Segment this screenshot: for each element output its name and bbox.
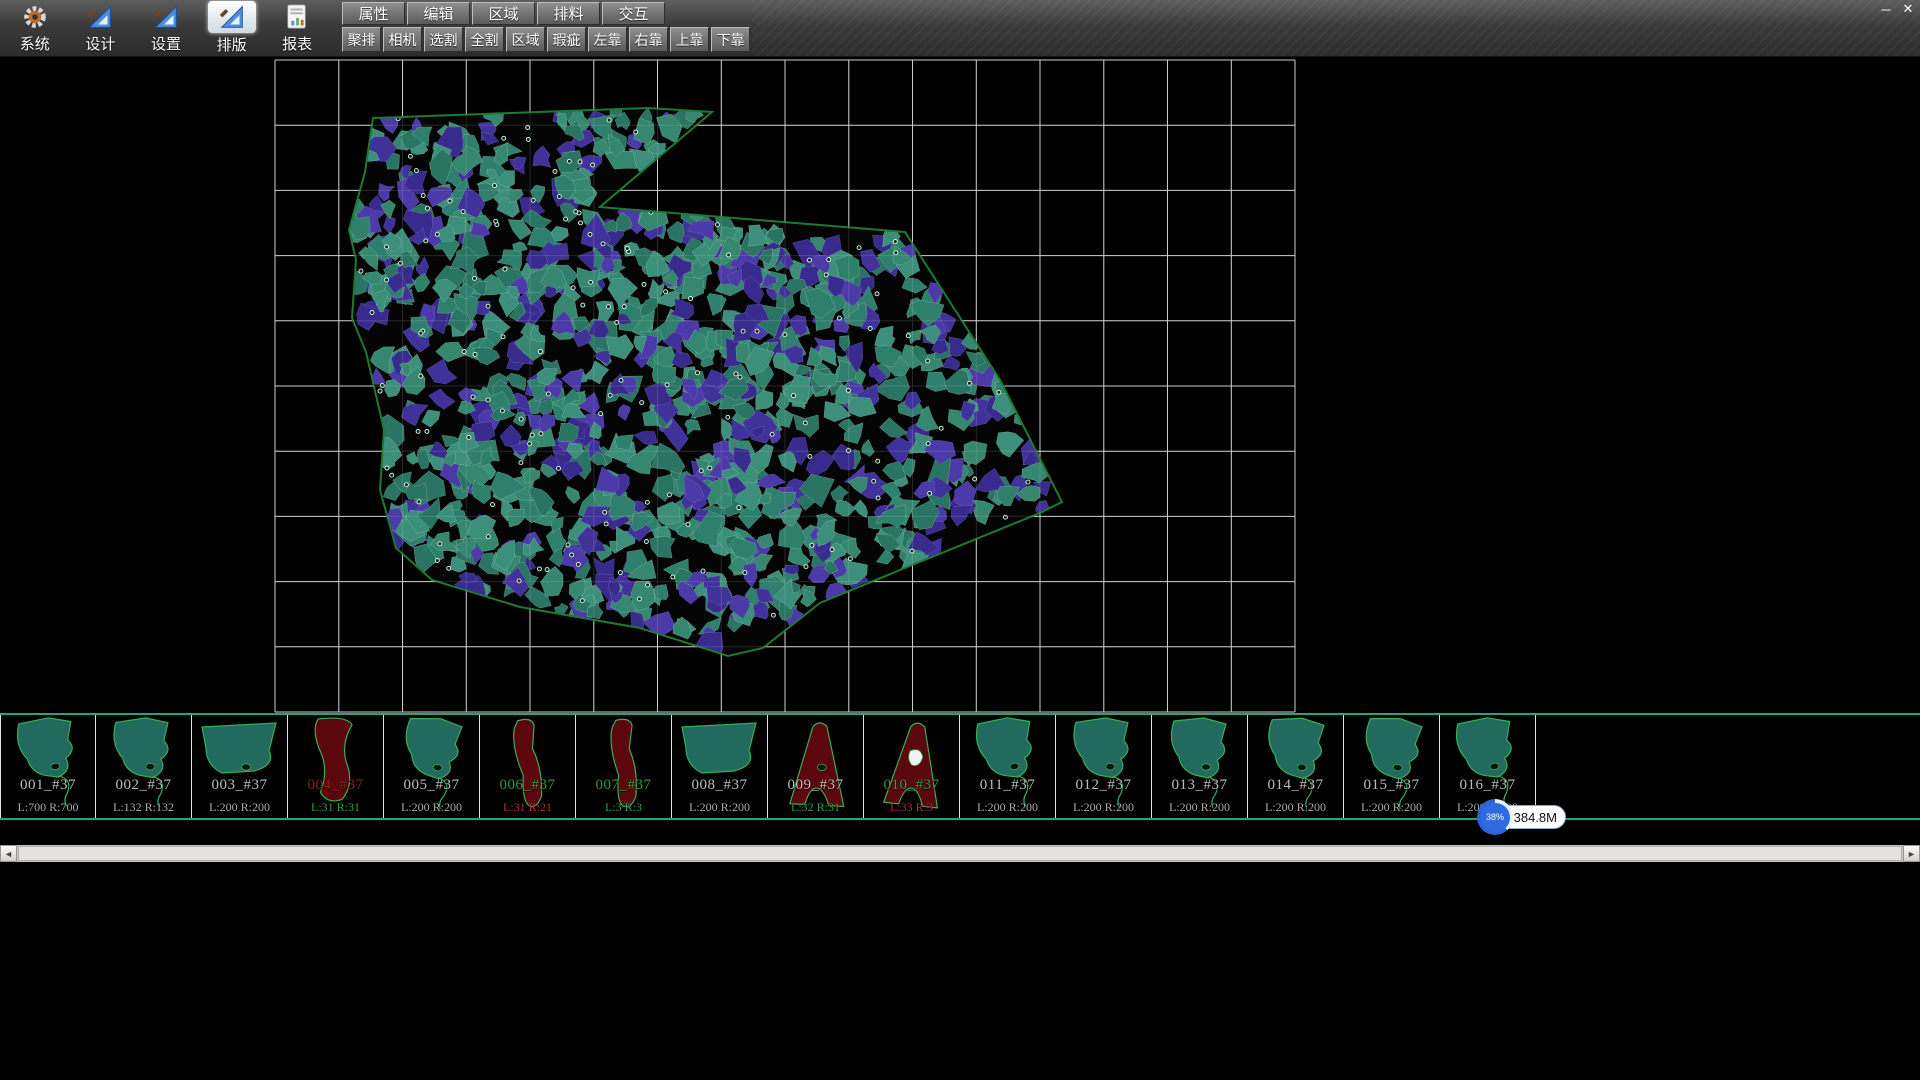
- app-button-label: 报表: [282, 33, 312, 54]
- piece-id: 007_#37: [576, 777, 671, 794]
- progress-value: 38%: [1486, 812, 1504, 822]
- piece-id: 011_#37: [960, 777, 1055, 794]
- piece-lr: L:132 R:132: [96, 800, 191, 815]
- piece-lr: L:700 R:700: [1, 800, 95, 815]
- scroll-right-button[interactable]: ►: [1903, 845, 1920, 862]
- piece-lr: L:32 R:31: [768, 800, 863, 815]
- piece-id: 014_#37: [1248, 777, 1343, 794]
- piece-thumbnail-11[interactable]: 011_#37 L:200 R:200: [960, 715, 1056, 818]
- nesting-layout-icon: [208, 1, 256, 33]
- piece-thumbnail-6[interactable]: 006_#37 L:31 R:21: [480, 715, 576, 818]
- tool-button-5[interactable]: 区域: [506, 27, 545, 52]
- app-button-3[interactable]: 设置: [136, 2, 196, 54]
- app-launcher: 系统 设计 设置 排版 报表: [0, 0, 332, 56]
- window-controls: ─ ✕: [1878, 1, 1916, 17]
- piece-lr: L:200 R:200: [1248, 800, 1343, 815]
- piece-lr: L:200 R:200: [960, 800, 1055, 815]
- app-button-2[interactable]: 设计: [71, 2, 131, 54]
- tool-button-6[interactable]: 瑕疵: [547, 27, 586, 52]
- leather-hide[interactable]: [336, 99, 1062, 658]
- settings-ruler-icon: [151, 2, 181, 32]
- piece-id: 006_#37: [480, 777, 575, 794]
- piece-lr: L:200 R:200: [672, 800, 767, 815]
- piece-id: 008_#37: [672, 777, 767, 794]
- report-document-icon: [282, 2, 312, 32]
- close-button[interactable]: ✕: [1900, 1, 1916, 17]
- canvas-drawing: [0, 57, 1920, 713]
- piece-thumbnail-3[interactable]: 003_#37 L:200 R:200: [192, 715, 288, 818]
- piece-thumbnail-13[interactable]: 013_#37 L:200 R:200: [1152, 715, 1248, 818]
- piece-id: 005_#37: [384, 777, 479, 794]
- piece-thumbnail-14[interactable]: 014_#37 L:200 R:200: [1248, 715, 1344, 818]
- menu-tab-2[interactable]: 编辑: [407, 2, 470, 25]
- piece-id: 015_#37: [1344, 777, 1439, 794]
- piece-thumbnail-2[interactable]: 002_#37 L:132 R:132: [96, 715, 192, 818]
- piece-thumbnail-1[interactable]: 001_#37 L:700 R:700: [0, 715, 96, 818]
- piece-id: 002_#37: [96, 777, 191, 794]
- piece-lr: L:200 R:200: [1344, 800, 1439, 815]
- piece-thumbnail-15[interactable]: 015_#37 L:200 R:200: [1344, 715, 1440, 818]
- app-button-label: 系统: [20, 33, 50, 54]
- piece-thumbnail-8[interactable]: 008_#37 L:200 R:200: [672, 715, 768, 818]
- menu-area: 属性编辑区域排料交互 聚排相机选割全割区域瑕疵左靠右靠上靠下靠: [332, 0, 752, 56]
- tool-button-row: 聚排相机选割全割区域瑕疵左靠右靠上靠下靠: [342, 25, 752, 52]
- piece-id: 004_#37: [288, 777, 383, 794]
- tool-button-1[interactable]: 聚排: [342, 27, 381, 52]
- app-button-label: 排版: [217, 34, 247, 55]
- memory-value: 384.8M: [1514, 810, 1557, 825]
- menu-tab-row: 属性编辑区域排料交互: [342, 0, 752, 25]
- tool-button-2[interactable]: 相机: [383, 27, 422, 52]
- menu-tab-1[interactable]: 属性: [342, 2, 405, 25]
- horizontal-scrollbar[interactable]: ◄ ►: [0, 845, 1920, 862]
- piece-id: 013_#37: [1152, 777, 1247, 794]
- piece-thumbnail-12[interactable]: 012_#37 L:200 R:200: [1056, 715, 1152, 818]
- piece-lr: L:200 R:200: [192, 800, 287, 815]
- piece-thumbnail-5[interactable]: 005_#37 L:200 R:200: [384, 715, 480, 818]
- piece-id: 003_#37: [192, 777, 287, 794]
- piece-lr: L:200 R:200: [1056, 800, 1151, 815]
- app-button-5[interactable]: 报表: [267, 2, 327, 54]
- piece-thumbnail-4[interactable]: 004_#37 L:31 R:31: [288, 715, 384, 818]
- tool-button-3[interactable]: 选割: [424, 27, 463, 52]
- main-toolbar: 系统设计设置排版报表 属性编辑区域排料交互 聚排相机选割全割区域瑕疵左靠右靠上靠…: [0, 0, 1920, 57]
- system-gear-icon: [20, 2, 50, 32]
- piece-lr: L:31 R:31: [288, 800, 383, 815]
- piece-lr: L:33 R:3: [864, 800, 959, 815]
- app-button-label: 设置: [151, 33, 181, 54]
- design-ruler-icon: [85, 2, 115, 32]
- piece-id: 012_#37: [1056, 777, 1151, 794]
- tool-button-7[interactable]: 左靠: [588, 27, 627, 52]
- piece-id: 009_#37: [768, 777, 863, 794]
- scrollbar-thumb[interactable]: [18, 846, 1902, 861]
- scrollbar-track[interactable]: [17, 845, 1903, 862]
- piece-lr: L:3 R:3: [576, 800, 671, 815]
- tool-button-8[interactable]: 右靠: [629, 27, 668, 52]
- app-button-4[interactable]: 排版: [202, 2, 262, 54]
- piece-thumbnail-10[interactable]: 010_#37 L:33 R:3: [864, 715, 960, 818]
- minimize-button[interactable]: ─: [1878, 1, 1894, 17]
- app-button-1[interactable]: 系统: [5, 2, 65, 54]
- pieces-strip: 001_#37 L:700 R:700002_#37 L:132 R:132003_…: [0, 713, 1920, 820]
- piece-id: 010_#37: [864, 777, 959, 794]
- toolbar-filler: [752, 0, 1920, 56]
- piece-thumbnail-7[interactable]: 007_#37 L:3 R:3: [576, 715, 672, 818]
- scroll-left-button[interactable]: ◄: [0, 845, 17, 862]
- app-button-label: 设计: [85, 33, 115, 54]
- piece-id: 016_#37: [1440, 777, 1535, 794]
- menu-tab-3[interactable]: 区域: [472, 2, 535, 25]
- progress-circle: 38%: [1477, 799, 1513, 835]
- menu-tab-5[interactable]: 交互: [602, 2, 665, 25]
- tool-button-4[interactable]: 全割: [465, 27, 504, 52]
- piece-lr: L:200 R:200: [384, 800, 479, 815]
- menu-tab-4[interactable]: 排料: [537, 2, 600, 25]
- tool-button-10[interactable]: 下靠: [711, 27, 750, 52]
- piece-id: 001_#37: [1, 777, 95, 794]
- tool-button-9[interactable]: 上靠: [670, 27, 709, 52]
- nesting-canvas[interactable]: [0, 57, 1920, 713]
- piece-thumbnail-9[interactable]: 009_#37 L:32 R:31: [768, 715, 864, 818]
- piece-lr: L:200 R:200: [1152, 800, 1247, 815]
- piece-lr: L:31 R:21: [480, 800, 575, 815]
